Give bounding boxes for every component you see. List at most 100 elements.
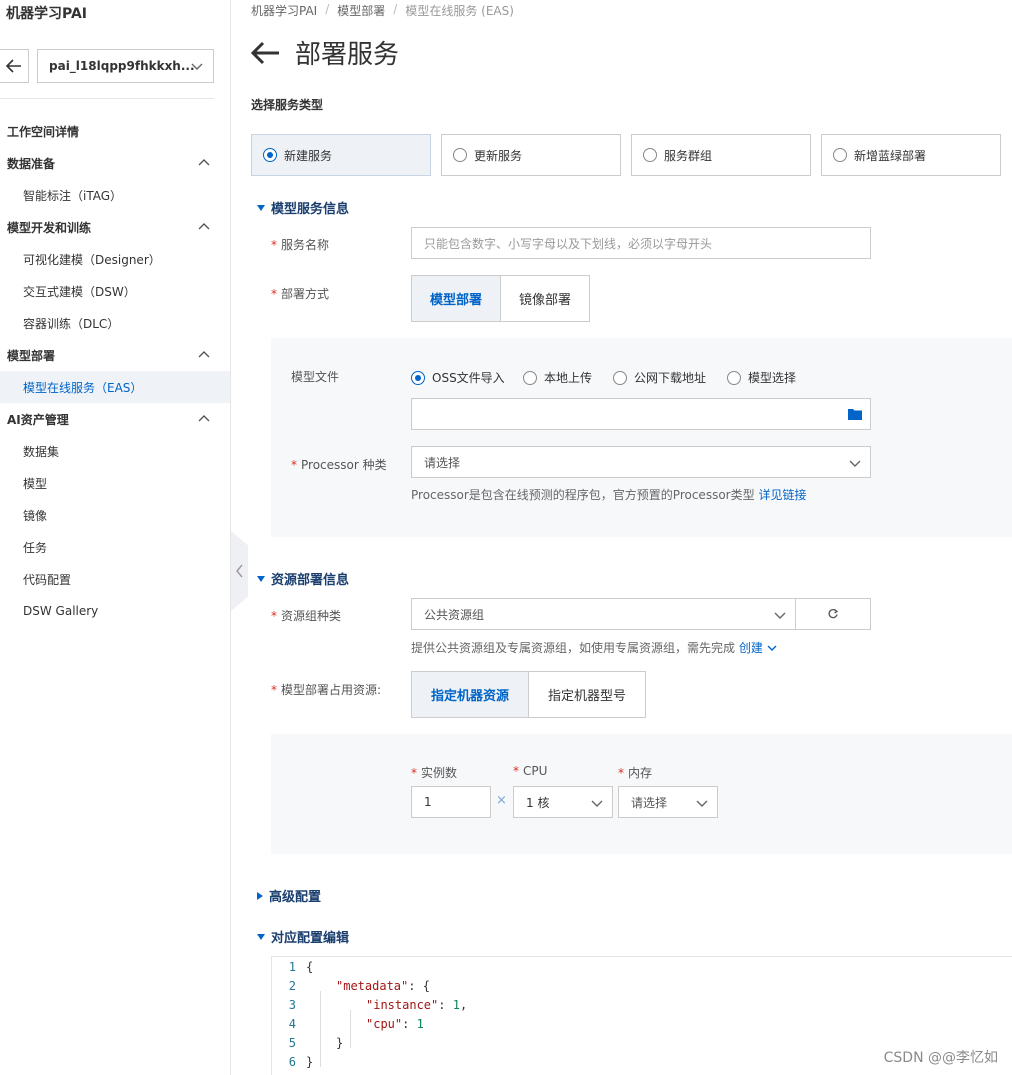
chevron-down-icon bbox=[591, 800, 603, 807]
folder-icon[interactable] bbox=[848, 408, 862, 420]
service-name-input[interactable]: 只能包含数字、小写字母以及下划线，必须以字母开头 bbox=[411, 227, 871, 259]
processor-label: * Processor 种类 bbox=[291, 458, 387, 472]
service-type-new[interactable]: 新建服务 bbox=[251, 134, 431, 176]
sidebar-item-tasks[interactable]: 任务 bbox=[0, 531, 230, 563]
workspace-select[interactable]: pai_l18lqpp9fhkkxh... bbox=[37, 49, 214, 83]
chevron-down-icon bbox=[767, 645, 777, 651]
breadcrumb: 机器学习PAI / 模型部署 / 模型在线服务 (EAS) bbox=[251, 2, 514, 19]
caret-down-icon bbox=[257, 204, 265, 211]
deploy-mode-label: * 部署方式 bbox=[271, 287, 330, 301]
code-value-cpu: 1 bbox=[416, 1016, 424, 1031]
sidebar-item-images[interactable]: 镜像 bbox=[0, 499, 230, 531]
cpu-label: * CPU bbox=[513, 764, 548, 778]
watermark: CSDN @@李忆如 bbox=[883, 1050, 998, 1066]
occupy-machine-resource[interactable]: 指定机器资源 bbox=[412, 672, 529, 717]
deploy-mode-image[interactable]: 镜像部署 bbox=[501, 276, 589, 321]
code-punct: , bbox=[459, 997, 468, 1012]
chevron-down-icon bbox=[849, 460, 861, 467]
code-line: 1{ bbox=[288, 959, 314, 974]
model-file-panel bbox=[271, 338, 1012, 537]
caret-down-icon bbox=[257, 575, 265, 582]
sidebar-group-dev-train[interactable]: 模型开发和训练 bbox=[0, 211, 230, 243]
code-punct: : bbox=[402, 1016, 417, 1031]
radio-icon bbox=[833, 148, 847, 162]
radio-selected-icon bbox=[263, 148, 277, 162]
workspace-row: pai_l18lqpp9fhkkxh... bbox=[0, 49, 231, 85]
back-arrow-icon[interactable] bbox=[251, 41, 281, 65]
memory-select[interactable]: 请选择 bbox=[618, 786, 718, 818]
create-link[interactable]: 创建 bbox=[739, 641, 777, 655]
instances-input[interactable]: 1 bbox=[411, 786, 491, 818]
cpu-select[interactable]: 1 核 bbox=[513, 786, 613, 818]
chevron-up-icon bbox=[198, 351, 210, 358]
oss-path-input[interactable] bbox=[411, 398, 871, 430]
deploy-mode-model[interactable]: 模型部署 bbox=[412, 276, 501, 321]
sidebar-divider bbox=[0, 98, 214, 99]
refresh-button[interactable] bbox=[795, 598, 871, 630]
service-name-label: * 服务名称 bbox=[271, 238, 330, 252]
code-punct: : bbox=[438, 997, 453, 1012]
code-line: 6} bbox=[288, 1054, 314, 1069]
brand-title: 机器学习PAI bbox=[6, 6, 88, 22]
model-file-local[interactable]: 本地上传 bbox=[523, 369, 592, 386]
model-file-select[interactable]: 模型选择 bbox=[727, 369, 796, 386]
resource-group-select[interactable]: 公共资源组 bbox=[411, 598, 796, 630]
breadcrumb-item[interactable]: 模型部署 bbox=[337, 2, 385, 19]
model-file-url[interactable]: 公网下载地址 bbox=[613, 369, 706, 386]
service-type-blue-green[interactable]: 新增蓝绿部署 bbox=[821, 134, 1001, 176]
model-file-oss[interactable]: OSS文件导入 bbox=[411, 369, 505, 386]
caret-down-icon bbox=[257, 933, 265, 940]
section-resource-info[interactable]: 资源部署信息 bbox=[257, 569, 349, 588]
sidebar-item-workspace-detail[interactable]: 工作空间详情 bbox=[0, 115, 230, 147]
processor-doc-link[interactable]: 详见链接 bbox=[758, 488, 806, 502]
code-close-brace: } bbox=[306, 1054, 314, 1069]
code-line: 5} bbox=[288, 1035, 344, 1050]
resource-occupy-label: * 模型部署占用资源: bbox=[271, 683, 382, 697]
code-close-brace: } bbox=[336, 1035, 344, 1050]
sidebar-group-data-prep[interactable]: 数据准备 bbox=[0, 147, 230, 179]
refresh-icon bbox=[828, 608, 839, 619]
code-line: 3 "instance": 1, bbox=[288, 997, 468, 1012]
radio-icon bbox=[523, 370, 537, 385]
sidebar-item-dlc[interactable]: 容器训练（DLC） bbox=[0, 307, 230, 339]
section-config-editor[interactable]: 对应配置编辑 bbox=[257, 927, 349, 946]
sidebar-group-deploy[interactable]: 模型部署 bbox=[0, 339, 230, 371]
sidebar-group-ai-assets[interactable]: AI资产管理 bbox=[0, 403, 230, 435]
breadcrumb-current: 模型在线服务 (EAS) bbox=[405, 4, 514, 18]
code-line: 2 "metadata": { bbox=[288, 978, 430, 993]
sidebar-item-designer[interactable]: 可视化建模（Designer） bbox=[0, 243, 230, 275]
radio-selected-icon bbox=[411, 370, 425, 385]
radio-icon bbox=[643, 148, 657, 162]
sidebar-item-datasets[interactable]: 数据集 bbox=[0, 435, 230, 467]
code-line: 4 "cpu": 1 bbox=[288, 1016, 424, 1031]
section-advanced[interactable]: 高级配置 bbox=[257, 886, 321, 905]
breadcrumb-separator: / bbox=[325, 2, 330, 16]
code-value-instance: 1 bbox=[452, 997, 460, 1012]
model-file-label: 模型文件 bbox=[291, 370, 340, 384]
main-content: 机器学习PAI / 模型部署 / 模型在线服务 (EAS) 部署服务 选择服务类… bbox=[231, 0, 1012, 1075]
radio-icon bbox=[613, 370, 627, 385]
memory-label: * 内存 bbox=[618, 766, 653, 780]
sidebar-item-dsw-gallery[interactable]: DSW Gallery bbox=[0, 595, 230, 627]
chevron-down-icon bbox=[191, 63, 203, 70]
code-key-instance: "instance" bbox=[366, 997, 439, 1012]
radio-icon bbox=[727, 370, 741, 385]
processor-select[interactable]: 请选择 bbox=[411, 446, 871, 478]
service-type-group[interactable]: 服务群组 bbox=[631, 134, 811, 176]
workspace-back-button[interactable] bbox=[0, 49, 29, 83]
occupy-machine-type[interactable]: 指定机器型号 bbox=[529, 672, 645, 717]
sidebar-item-dsw[interactable]: 交互式建模（DSW） bbox=[0, 275, 230, 307]
chevron-up-icon bbox=[198, 159, 210, 166]
resource-occupy-toggle: 指定机器资源 指定机器型号 bbox=[411, 671, 646, 718]
service-type-update[interactable]: 更新服务 bbox=[441, 134, 621, 176]
breadcrumb-item[interactable]: 机器学习PAI bbox=[251, 2, 317, 19]
sidebar-item-eas[interactable]: 模型在线服务（EAS） bbox=[0, 371, 230, 403]
multiply-icon: × bbox=[496, 793, 507, 808]
sidebar-item-itag[interactable]: 智能标注（iTAG） bbox=[0, 179, 230, 211]
workspace-name: pai_l18lqpp9fhkkxh... bbox=[49, 59, 195, 73]
sidebar-item-models[interactable]: 模型 bbox=[0, 467, 230, 499]
chevron-up-icon bbox=[198, 415, 210, 422]
section-model-info[interactable]: 模型服务信息 bbox=[257, 198, 349, 217]
deploy-mode-toggle: 模型部署 镜像部署 bbox=[411, 275, 590, 322]
sidebar-item-code-config[interactable]: 代码配置 bbox=[0, 563, 230, 595]
